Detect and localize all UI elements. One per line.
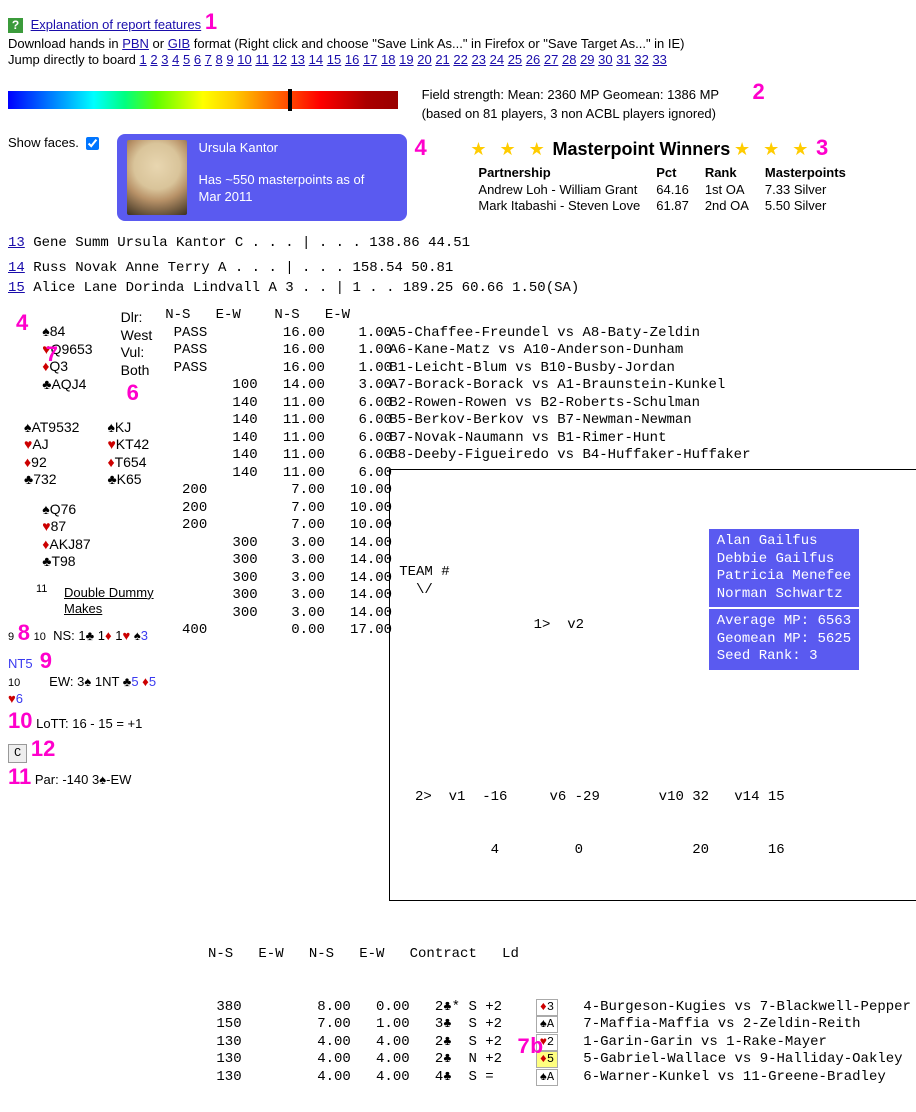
board-link[interactable]: 3 <box>161 52 168 67</box>
board-link[interactable]: 1 <box>140 52 147 67</box>
traveller-scores: PASS 16.00 1.007 PASS 16.00 1.00 PASS 16… <box>165 325 385 640</box>
board-link[interactable]: 11 <box>255 52 269 67</box>
board-link[interactable]: 8 <box>216 52 223 67</box>
board-link[interactable]: 27 <box>544 52 558 67</box>
board-link[interactable]: 9 <box>226 52 233 67</box>
list-item: 130 4.00 4.00 2♣ S +2 ♥2 1-Garin-Garin v… <box>208 1034 908 1052</box>
pair-link[interactable]: 13 <box>8 235 25 251</box>
board-link[interactable]: 20 <box>417 52 431 67</box>
board-link[interactable]: 28 <box>562 52 576 67</box>
list-item: 130 4.00 4.00 2♣ N +2 ♦5 5-Gabriel-Walla… <box>208 1051 908 1069</box>
show-faces-checkbox[interactable] <box>86 137 99 150</box>
board-link[interactable]: 30 <box>598 52 612 67</box>
traveller-header: N-S E-W N-S E-W <box>165 307 916 325</box>
board-link[interactable]: 7 <box>205 52 212 67</box>
player-photo <box>127 140 187 215</box>
list-item: 14 Russ Novak Anne Terry A . . . | . . .… <box>8 252 908 280</box>
board-link[interactable]: 18 <box>381 52 395 67</box>
team-box: TEAM # \/ 1> v2 Alan Gailfus Debbie Gail… <box>389 469 916 902</box>
board-link[interactable]: 29 <box>580 52 594 67</box>
list-item: 13 Gene Summ Ursula Kantor C . . . | . .… <box>8 235 908 253</box>
traveller-7b: N-S E-W N-S E-W Contract Ld 380 8.00 0.0… <box>208 911 908 1104</box>
annotation-3: 3 <box>816 135 828 160</box>
winners-title: Masterpoint Winners <box>552 139 730 159</box>
show-faces-label: Show faces. <box>8 135 79 150</box>
annotation-6: 6 <box>127 380 139 405</box>
board-link[interactable]: 23 <box>472 52 486 67</box>
board-link[interactable]: 24 <box>490 52 504 67</box>
player-info: Has ~550 masterpoints as of Mar 2011 <box>199 172 365 203</box>
annotation-2: 2 <box>753 79 765 104</box>
dealer-label: Dlr: West <box>121 309 153 343</box>
lead-card: ♦3 <box>536 999 558 1016</box>
player-name: Ursula Kantor <box>199 140 278 155</box>
board-link[interactable]: 31 <box>616 52 630 67</box>
board-link[interactable]: 25 <box>508 52 522 67</box>
explain-link[interactable]: Explanation of report features <box>31 17 202 32</box>
board-link[interactable]: 22 <box>453 52 467 67</box>
pair-link[interactable]: 14 <box>8 260 25 276</box>
annotation-11: 11 <box>8 764 31 789</box>
board-link[interactable]: 6 <box>194 52 201 67</box>
board-link[interactable]: 13 <box>291 52 305 67</box>
annotation-10: 10 <box>8 708 32 733</box>
hand-diagram: 4 ♠84 ♥Q9653 ♦Q3 ♣AQJ4 Dlr: West Vul: Bo… <box>8 307 165 573</box>
board-link[interactable]: 17 <box>363 52 377 67</box>
annotation-12: 12 <box>31 736 55 761</box>
board-link[interactable]: 10 <box>237 52 251 67</box>
board-link[interactable]: 32 <box>634 52 648 67</box>
ddm-block: 11 Double Dummy Makes 9 8 10 NS: 1♣ 1♦ 1… <box>8 585 165 791</box>
c-button[interactable]: C <box>8 744 27 763</box>
board-link[interactable]: 12 <box>272 52 286 67</box>
list-item: 130 4.00 4.00 4♣ S = ♠A 6-Warner-Kunkel … <box>208 1069 908 1087</box>
table-row: Mark Itabashi - Steven Love61.872nd OA5.… <box>470 198 853 214</box>
board-link[interactable]: 2 <box>150 52 157 67</box>
board-link[interactable]: 16 <box>345 52 359 67</box>
annotation-board4: 4 <box>16 310 28 335</box>
gib-link[interactable]: GIB <box>168 36 190 51</box>
board-link[interactable]: 33 <box>652 52 666 67</box>
pair-link[interactable]: 15 <box>8 280 25 296</box>
help-icon[interactable]: ? <box>8 18 23 33</box>
pbn-link[interactable]: PBN <box>122 36 149 51</box>
star-icon: ★ ★ ★ <box>470 139 548 159</box>
lead-card: ♠A <box>536 1016 558 1033</box>
annotation-7: 7 <box>45 342 58 370</box>
list-item: 15 Alice Lane Dorinda Lindvall A 3 . . |… <box>8 280 908 298</box>
vul-label: Vul: Both <box>121 344 150 378</box>
field-strength: Field strength: Mean: 2360 MP Geomean: 1… <box>422 78 765 122</box>
list-item: 150 7.00 1.00 3♣ S +2 ♠A 7-Maffia-Maffia… <box>208 1016 908 1034</box>
board-link[interactable]: 4 <box>172 52 179 67</box>
list-item: 380 8.00 0.00 2♣* S +2 ♦3 4-Burgeson-Kug… <box>208 999 908 1017</box>
annotation-1: 1 <box>205 9 217 34</box>
annotation-9: 9 <box>40 648 52 673</box>
player-popup: Ursula Kantor Has ~550 masterpoints as o… <box>117 134 407 221</box>
board-link[interactable]: 19 <box>399 52 413 67</box>
traveller-players: A5-Chaffee-Freundel vs A8-Baty-ZeldinA6-… <box>389 325 916 465</box>
pair-list: 13 Gene Summ Ursula Kantor C . . . | . .… <box>8 235 908 298</box>
download-line: Download hands in PBN or GIB format (Rig… <box>8 36 908 52</box>
board-link[interactable]: 15 <box>327 52 341 67</box>
star-icon: ★ ★ ★ <box>734 139 812 159</box>
board-link[interactable]: 21 <box>435 52 449 67</box>
annotation-8: 8 <box>18 620 30 645</box>
board-link[interactable]: 5 <box>183 52 190 67</box>
board-link[interactable]: 14 <box>309 52 323 67</box>
winners-table: Partnership Pct Rank Masterpoints Andrew… <box>470 165 853 214</box>
color-spectrum <box>8 91 398 109</box>
annotation-7b: 7b <box>517 1034 543 1062</box>
board-link[interactable]: 26 <box>526 52 540 67</box>
jump-line: Jump directly to board 1 2 3 4 5 6 7 8 9… <box>8 52 908 68</box>
lead-card: ♠A <box>536 1069 558 1086</box>
table-row: Andrew Loh - William Grant64.161st OA7.3… <box>470 182 853 198</box>
annotation-4: 4 <box>415 135 427 160</box>
